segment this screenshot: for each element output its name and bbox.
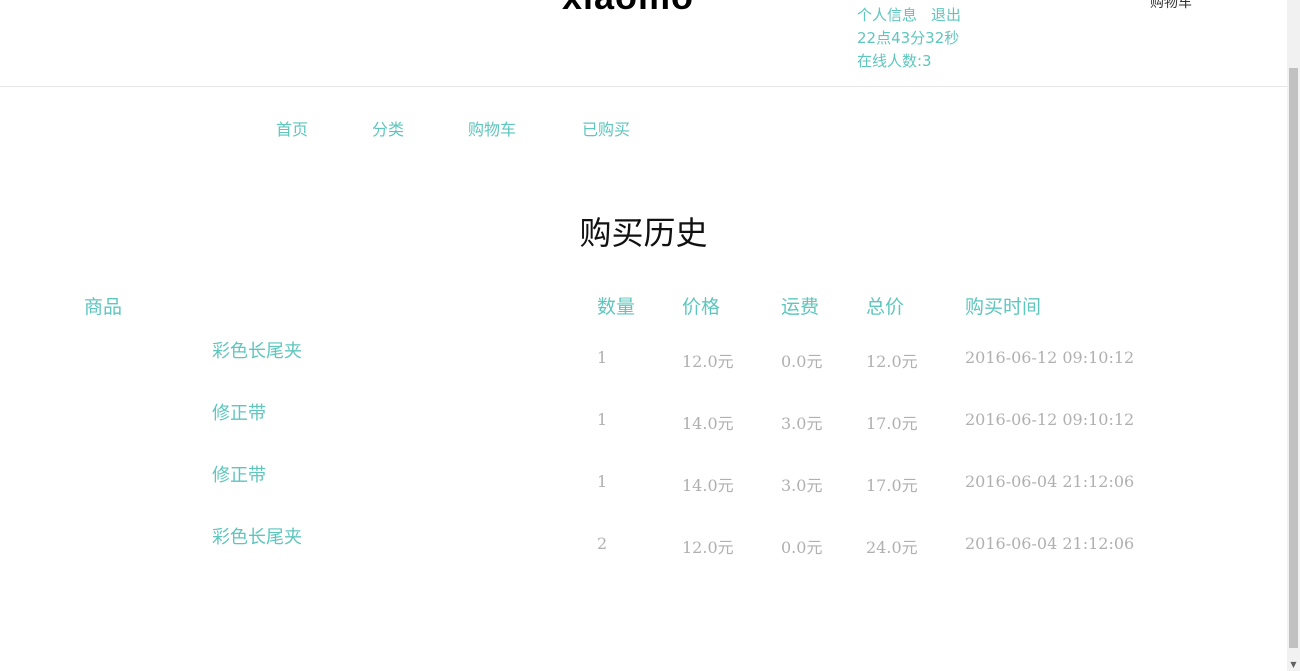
header-cart-link[interactable]: 购物车 bbox=[1150, 0, 1192, 12]
time-cell: 2016-06-12 09:10:12 bbox=[965, 348, 1135, 367]
price-cell: 14.0元 bbox=[682, 476, 734, 495]
nav-item-home[interactable]: 首页 bbox=[276, 116, 308, 140]
logout-link[interactable]: 退出 bbox=[931, 6, 961, 24]
scroll-down-arrow-icon[interactable]: ▼ bbox=[1289, 660, 1298, 669]
site-logo[interactable]: xiaomo bbox=[562, 0, 694, 18]
nav-item-cart[interactable]: 购物车 bbox=[468, 116, 516, 140]
time-cell: 2016-06-12 09:10:12 bbox=[965, 410, 1135, 429]
clock-text: 22点43分32秒 bbox=[857, 29, 960, 47]
table-row: 彩色长尾夹 1 12.0元 0.0元 12.0元 2016-06-12 09:1… bbox=[0, 337, 1287, 377]
column-header-price: 价格 bbox=[682, 296, 721, 318]
site-header: xiaomo 个人信息退出 22点43分32秒 在线人数:3 购物车 bbox=[0, 0, 1287, 87]
product-name[interactable]: 彩色长尾夹 bbox=[212, 337, 302, 363]
page-title: 购买历史 bbox=[579, 214, 708, 252]
qty-cell: 1 bbox=[597, 348, 608, 367]
online-users-count: 在线人数:3 bbox=[857, 52, 932, 70]
shipping-cell: 3.0元 bbox=[781, 414, 823, 433]
vertical-scrollbar[interactable]: ▼ bbox=[1287, 0, 1300, 671]
user-panel: 个人信息 退出 22点43分32秒 在线人数:3 bbox=[857, 4, 975, 73]
product-name[interactable]: 修正带 bbox=[212, 461, 266, 487]
table-row: 修正带 1 14.0元 3.0元 17.0元 2016-06-04 21:12:… bbox=[0, 461, 1287, 501]
profile-link[interactable]: 个人信息 bbox=[857, 6, 917, 24]
total-cell: 17.0元 bbox=[866, 476, 918, 495]
qty-cell: 2 bbox=[597, 534, 608, 553]
time-cell: 2016-06-04 21:12:06 bbox=[965, 534, 1135, 553]
nav-item-purchased[interactable]: 已购买 bbox=[582, 116, 630, 140]
shipping-cell: 0.0元 bbox=[781, 352, 823, 371]
column-header-time: 购买时间 bbox=[965, 296, 1042, 318]
column-header-shipping: 运费 bbox=[781, 296, 820, 318]
column-header-qty: 数量 bbox=[597, 296, 636, 318]
time-cell: 2016-06-04 21:12:06 bbox=[965, 472, 1135, 491]
table-row: 修正带 1 14.0元 3.0元 17.0元 2016-06-12 09:10:… bbox=[0, 399, 1287, 439]
column-header-total: 总价 bbox=[866, 296, 905, 318]
price-cell: 14.0元 bbox=[682, 414, 734, 433]
total-cell: 17.0元 bbox=[866, 414, 918, 433]
total-cell: 24.0元 bbox=[866, 538, 918, 557]
table-row: 彩色长尾夹 2 12.0元 0.0元 24.0元 2016-06-04 21:1… bbox=[0, 523, 1287, 563]
product-name[interactable]: 彩色长尾夹 bbox=[212, 523, 302, 549]
scrollbar-thumb[interactable] bbox=[1289, 68, 1298, 648]
shipping-cell: 0.0元 bbox=[781, 538, 823, 557]
product-name[interactable]: 修正带 bbox=[212, 399, 266, 425]
qty-cell: 1 bbox=[597, 410, 608, 429]
nav-item-category[interactable]: 分类 bbox=[372, 116, 404, 140]
column-header-product: 商品 bbox=[84, 296, 123, 318]
total-cell: 12.0元 bbox=[866, 352, 918, 371]
price-cell: 12.0元 bbox=[682, 352, 734, 371]
user-links: 个人信息 退出 bbox=[857, 4, 975, 27]
qty-cell: 1 bbox=[597, 472, 608, 491]
price-cell: 12.0元 bbox=[682, 538, 734, 557]
shipping-cell: 3.0元 bbox=[781, 476, 823, 495]
